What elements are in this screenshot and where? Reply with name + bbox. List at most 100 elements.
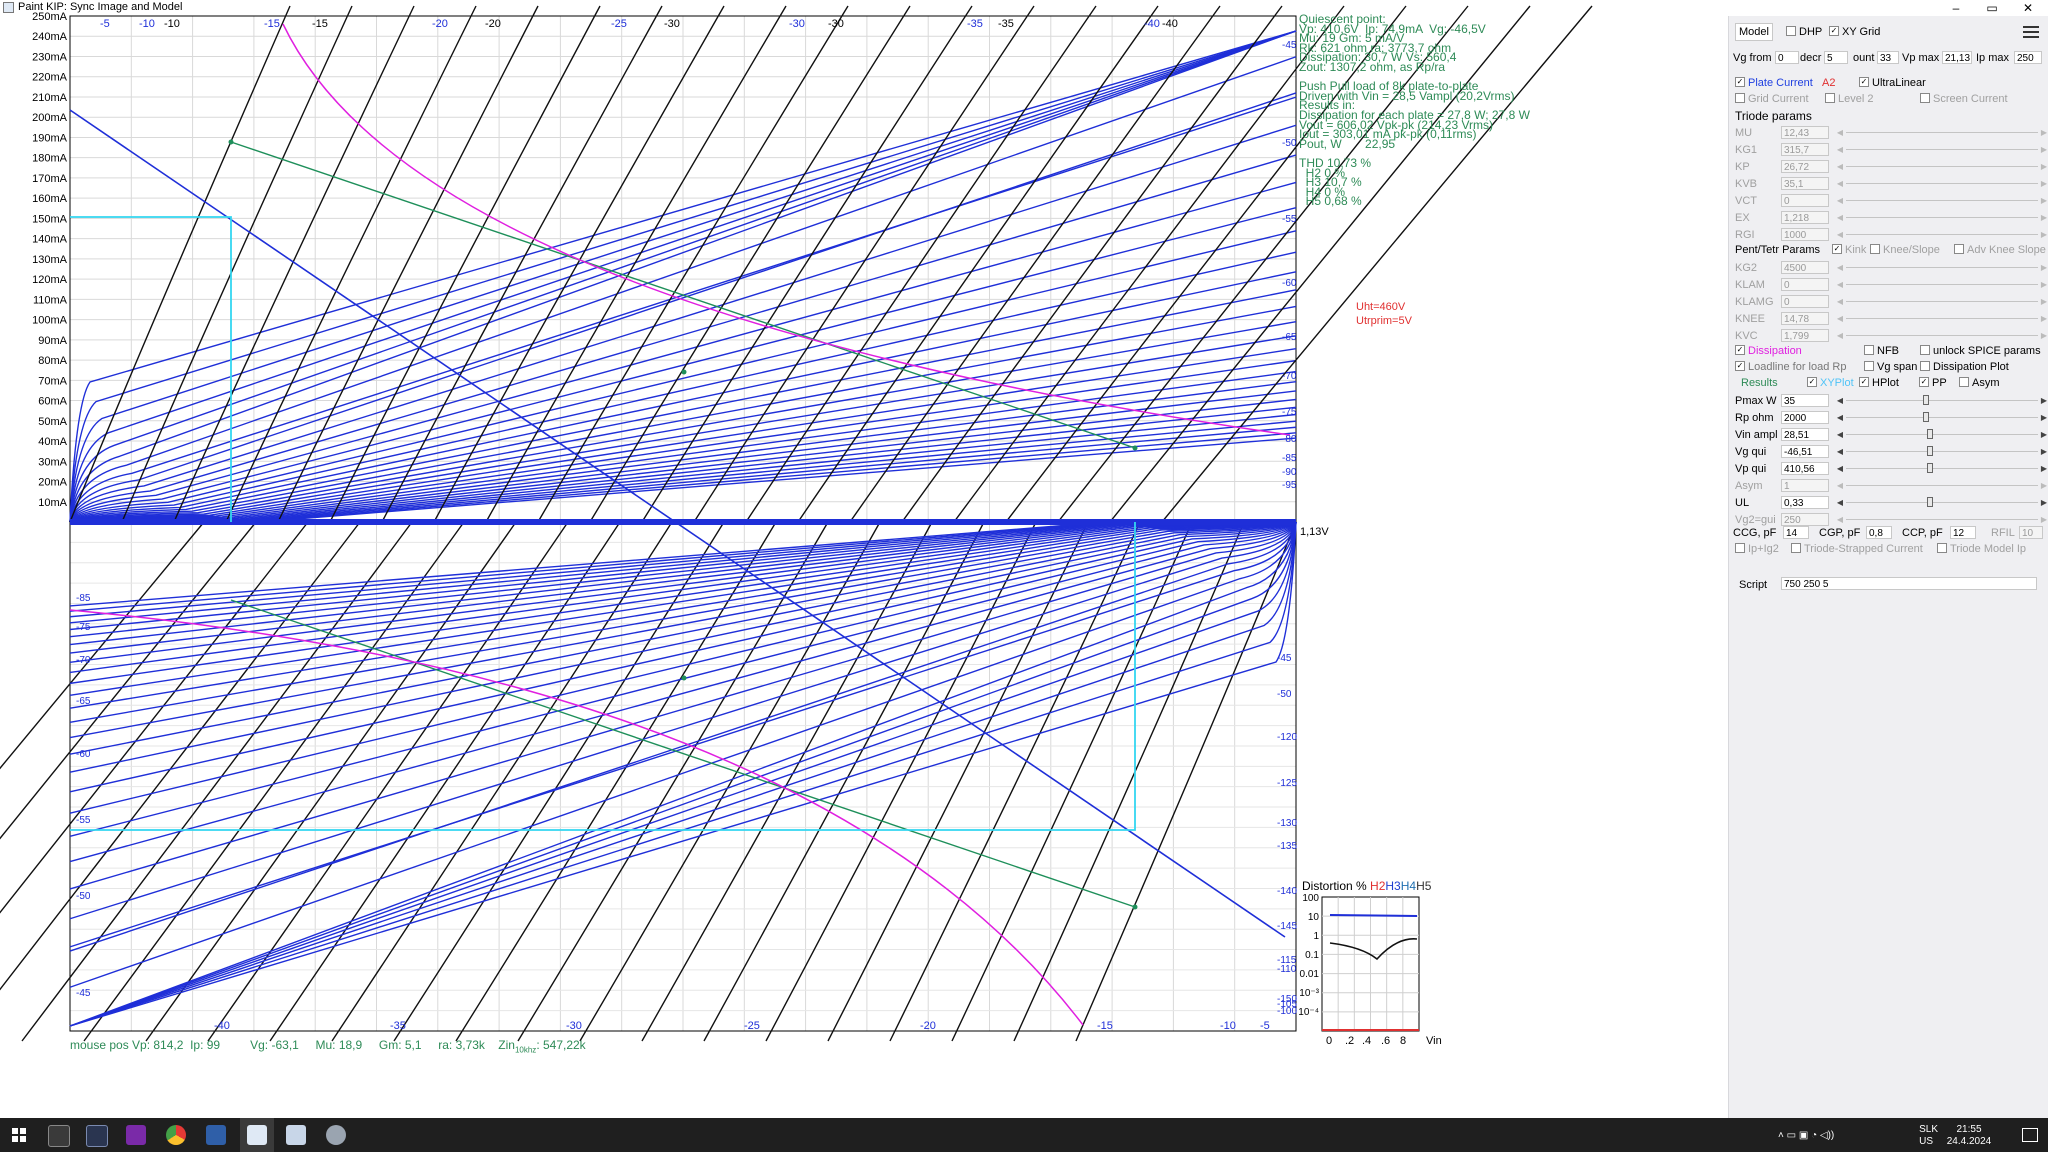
top-label-black: -15 — [312, 18, 328, 30]
triode-param-input[interactable]: 26,72 — [1781, 160, 1829, 173]
param-input[interactable]: 0,33 — [1781, 496, 1829, 509]
language-indicator[interactable]: SLK US — [1919, 1124, 1938, 1148]
script-input[interactable]: 750 250 5 — [1781, 577, 2037, 590]
y-tick-label: 220mA — [32, 72, 68, 84]
unlock-spice-checkbox[interactable]: unlock SPICE params — [1920, 345, 2041, 360]
chrome-icon[interactable] — [166, 1125, 186, 1145]
dissipation-checkbox[interactable]: ✓ Dissipation — [1735, 345, 1802, 360]
cgp-input[interactable]: 0,8 — [1866, 526, 1892, 539]
tab-model[interactable]: Model — [1735, 23, 1773, 41]
menu-icon[interactable] — [2023, 25, 2039, 39]
grid-current-checkbox[interactable]: Grid Current — [1735, 93, 1809, 108]
decr-input[interactable]: 5 — [1824, 51, 1848, 64]
package-icon[interactable] — [86, 1125, 108, 1147]
adv-knee-checkbox[interactable]: Adv Knee Slope — [1954, 244, 2046, 259]
pent-param-input[interactable]: 14,78 — [1781, 312, 1829, 325]
triode-param-slider[interactable]: ◀ ▶ — [1836, 228, 2048, 241]
param-input[interactable]: 35 — [1781, 394, 1829, 407]
ccg-input[interactable]: 14 — [1783, 526, 1809, 539]
lower-left-label: -75 — [76, 622, 91, 633]
param-slider[interactable]: ◀ ▶ — [1836, 428, 2048, 441]
pent-param-slider[interactable]: ◀ ▶ — [1836, 312, 2048, 325]
pent-param-input[interactable]: 0 — [1781, 295, 1829, 308]
ipig2-checkbox[interactable]: Ip+Ig2 — [1735, 543, 1779, 558]
vg-span-checkbox[interactable]: Vg span — [1864, 361, 1917, 376]
param-slider[interactable]: ◀ ▶ — [1836, 411, 2048, 424]
lower-right-label: -100 — [1277, 1006, 1297, 1017]
asym-checkbox[interactable]: Asym — [1959, 377, 2000, 392]
param-slider[interactable]: ◀ ▶ — [1836, 462, 2048, 475]
notification-icon[interactable] — [2022, 1128, 2038, 1142]
pent-param-input[interactable]: 0 — [1781, 278, 1829, 291]
paint-kip-icon[interactable] — [247, 1125, 267, 1145]
triode-param-slider[interactable]: ◀ ▶ — [1836, 177, 2048, 190]
pent-param-input[interactable]: 1,799 — [1781, 329, 1829, 342]
xy-grid-checkbox[interactable]: ✓ XY Grid — [1829, 26, 1880, 41]
triode-param-slider[interactable]: ◀ ▶ — [1836, 194, 2048, 207]
nfb-checkbox[interactable]: NFB — [1864, 345, 1899, 360]
pent-param-slider[interactable]: ◀ ▶ — [1836, 261, 2048, 274]
pent-param-slider[interactable]: ◀ ▶ — [1836, 278, 2048, 291]
triode-strapped-checkbox[interactable]: Triode-Strapped Current — [1791, 543, 1923, 558]
param-slider[interactable]: ◀ ▶ — [1836, 479, 2048, 492]
param-input[interactable]: 2000 — [1781, 411, 1829, 424]
param-input[interactable]: 250 — [1781, 513, 1829, 526]
plate-current-checkbox[interactable]: ✓ Plate Current — [1735, 77, 1813, 92]
ipmax-input[interactable]: 250 — [2014, 51, 2042, 64]
start-icon[interactable] — [12, 1128, 26, 1142]
tray-icons[interactable]: ˄ ▭ ▣ ◔ ◁)) — [1778, 1130, 1858, 1141]
triode-param-input[interactable]: 0 — [1781, 194, 1829, 207]
ccp-input[interactable]: 12 — [1950, 526, 1976, 539]
lower-left-label: -50 — [76, 891, 91, 902]
maximize-button[interactable]: ▭ — [1972, 0, 2012, 16]
triode-param-input[interactable]: 1,218 — [1781, 211, 1829, 224]
distortion-title: Distortion % H2H3H4H5 — [1302, 879, 1431, 893]
param-input[interactable]: 1 — [1781, 479, 1829, 492]
triode-param-input[interactable]: 1000 — [1781, 228, 1829, 241]
close-button[interactable]: ✕ — [2008, 0, 2048, 16]
triode-model-checkbox[interactable]: Triode Model Ip — [1937, 543, 2026, 558]
triode-param-input[interactable]: 12,43 — [1781, 126, 1829, 139]
vg-from-label: Vg from — [1733, 52, 1772, 64]
triode-param-input[interactable]: 315,7 — [1781, 143, 1829, 156]
pp-checkbox[interactable]: ✓ PP — [1919, 377, 1947, 392]
dissipation-plot-checkbox[interactable]: Dissipation Plot — [1920, 361, 2009, 376]
count-input[interactable]: 33 — [1877, 51, 1899, 64]
triode-param-input[interactable]: 35,1 — [1781, 177, 1829, 190]
triode-param-slider[interactable]: ◀ ▶ — [1836, 126, 2048, 139]
param-input[interactable]: -46,51 — [1781, 445, 1829, 458]
kink-checkbox[interactable]: ✓ Kink — [1832, 244, 1866, 259]
pent-param-slider[interactable]: ◀ ▶ — [1836, 329, 2048, 342]
vg-from-input[interactable]: 0 — [1775, 51, 1799, 64]
xyplot-checkbox[interactable]: ✓ XYPlot — [1807, 377, 1854, 392]
level2-checkbox[interactable]: Level 2 — [1825, 93, 1873, 108]
param-input[interactable]: 410,56 — [1781, 462, 1829, 475]
triode-param-slider[interactable]: ◀ ▶ — [1836, 211, 2048, 224]
screen-current-checkbox[interactable]: Screen Current — [1920, 93, 2008, 108]
triode-param-label: EX — [1735, 212, 1750, 224]
paint-kip-2-icon[interactable] — [286, 1125, 306, 1145]
knee-slope-checkbox[interactable]: Knee/Slope — [1870, 244, 1940, 259]
y-tick-label: 250mA — [32, 11, 68, 23]
tool-icon[interactable] — [326, 1125, 346, 1145]
param-slider[interactable]: ◀ ▶ — [1836, 496, 2048, 509]
save-icon[interactable] — [206, 1125, 226, 1145]
pent-param-slider[interactable]: ◀ ▶ — [1836, 295, 2048, 308]
param-slider[interactable]: ◀ ▶ — [1836, 445, 2048, 458]
vpmax-input[interactable]: 21,13 — [1942, 51, 1972, 64]
param-slider[interactable]: ◀ ▶ — [1836, 513, 2048, 526]
param-slider[interactable]: ◀ ▶ — [1836, 394, 2048, 407]
calculator-icon[interactable] — [48, 1125, 70, 1147]
dhp-checkbox[interactable]: DHP — [1786, 26, 1822, 41]
rfil-input[interactable]: 10 — [2019, 526, 2043, 539]
hplot-checkbox[interactable]: ✓ HPlot — [1859, 377, 1899, 392]
pent-param-input[interactable]: 4500 — [1781, 261, 1829, 274]
onenote-icon[interactable] — [126, 1125, 146, 1145]
clock[interactable]: 21:55 24.4.2024 — [1940, 1124, 1998, 1148]
ultralinear-checkbox[interactable]: ✓ UltraLinear — [1859, 77, 1926, 92]
param-input[interactable]: 28,51 — [1781, 428, 1829, 441]
triode-param-slider[interactable]: ◀ ▶ — [1836, 143, 2048, 156]
triode-param-slider[interactable]: ◀ ▶ — [1836, 160, 2048, 173]
minimize-button[interactable]: – — [1936, 0, 1976, 16]
loadline-checkbox[interactable]: ✓ Loadline for load Rp — [1735, 361, 1846, 376]
